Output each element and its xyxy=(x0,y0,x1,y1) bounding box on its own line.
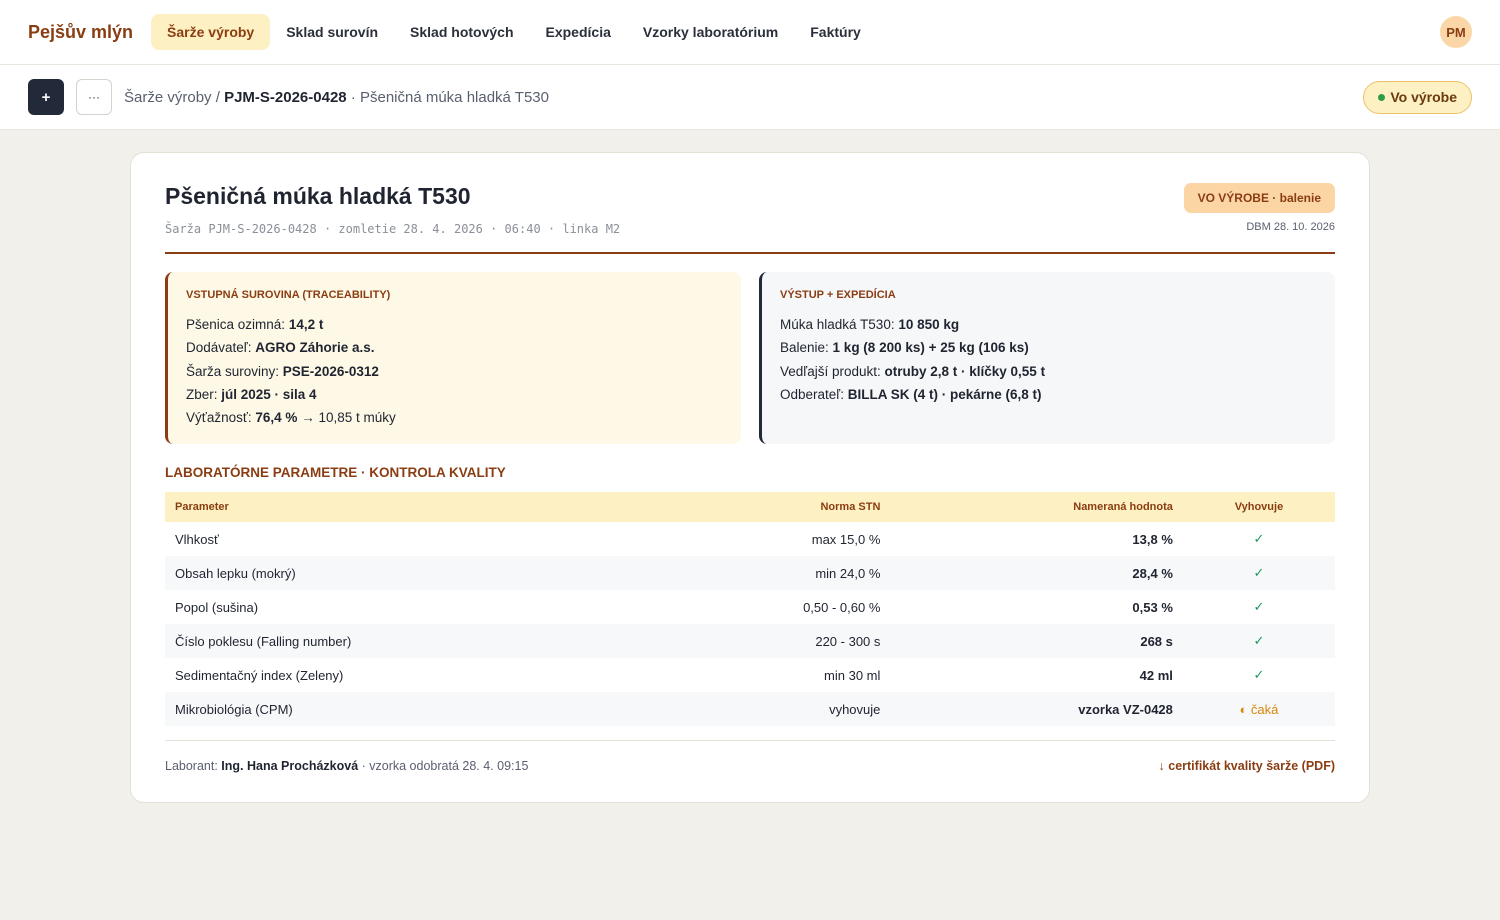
output-row: Múka hladká T530: 10 850 kg xyxy=(780,317,960,332)
table-row: Mikrobiológia (CPM) vyhovuje vzorka VZ-0… xyxy=(165,692,1335,726)
nav-link-faktury[interactable]: Faktúry xyxy=(794,14,877,50)
batch-header: Pšeničná múka hladká T530 Šarža PJM-S-20… xyxy=(165,183,1335,254)
breadcrumb: Šarže výroby / PJM-S-2026-0428 · Pšeničn… xyxy=(124,89,549,106)
input-row: Dodávateľ: AGRO Záhorie a.s. xyxy=(186,340,375,356)
status-badge[interactable]: Vo výrobe xyxy=(1363,80,1472,114)
table-row: Číslo poklesu (Falling number) 220 - 300… xyxy=(165,624,1335,658)
breadcrumb-product: · Pšeničná múka hladká T530 xyxy=(346,88,549,106)
batch-card: Pšeničná múka hladká T530 Šarža PJM-S-20… xyxy=(130,152,1370,803)
table-row: Obsah lepku (mokrý) min 24,0 % 28,4 % ✓ xyxy=(165,556,1335,590)
output-row: Balenie: 1 kg (8 200 ks) + 25 kg (106 ks… xyxy=(780,340,1029,356)
output-expedition-box: VÝSTUP + EXPEDÍCIA Múka hladká T530: 10 … xyxy=(759,272,1335,444)
column-header-norm: Norma STN xyxy=(714,492,891,522)
input-row: Pšenica ozimná: 14,2 t xyxy=(186,317,324,332)
input-material-box: VSTUPNÁ SUROVINA (TRACEABILITY) Pšenica … xyxy=(165,272,741,444)
avatar[interactable]: PM xyxy=(1440,16,1472,48)
sub-toolbar: + ··· Šarže výroby / PJM-S-2026-0428 · P… xyxy=(0,65,1500,130)
info-boxes: VSTUPNÁ SUROVINA (TRACEABILITY) Pšenica … xyxy=(165,272,1335,444)
card-footer: Laborant: Ing. Hana Procházková · vzorka… xyxy=(165,740,1335,773)
add-button[interactable]: + xyxy=(28,79,64,115)
output-row: Odberateľ: BILLA SK (4 t) · pekárne (6,8… xyxy=(780,386,1042,402)
breadcrumb-batch-id: PJM-S-2026-0428 xyxy=(224,88,347,106)
output-row: Vedľajší produkt: otruby 2,8 t · klíčky … xyxy=(780,363,1046,379)
breadcrumb-root[interactable]: Šarže výroby xyxy=(124,89,212,106)
brand-logo[interactable]: Pejšův mlýn xyxy=(28,22,133,43)
table-row: Sedimentačný index (Zeleny) min 30 ml 42… xyxy=(165,658,1335,692)
check-icon: ✓ xyxy=(1182,556,1335,590)
column-header-value: Nameraná hodnota xyxy=(890,492,1183,522)
best-before-date: DBM 28. 10. 2026 xyxy=(1246,221,1335,233)
page-title: Pšeničná múka hladká T530 xyxy=(165,183,471,209)
check-icon: ✓ xyxy=(1253,531,1265,546)
nav-links: Šarže výroby Sklad surovín Sklad hotovýc… xyxy=(151,14,877,50)
breadcrumb-separator: / xyxy=(211,88,225,106)
check-icon: ✓ xyxy=(1253,599,1265,614)
nav-link-sklad-hotovych[interactable]: Sklad hotových xyxy=(394,14,529,50)
production-stage-badge: VO VÝROBE · balenie xyxy=(1183,183,1335,213)
pending-icon: ◐ čaká xyxy=(1182,692,1335,726)
input-row: Zber: júl 2025 · sila 4 xyxy=(186,386,317,402)
status-dot-icon xyxy=(1378,93,1386,101)
lab-parameters-table: Parameter Norma STN Nameraná hodnota Vyh… xyxy=(165,492,1335,726)
check-icon: ✓ xyxy=(1253,667,1265,682)
status-label: Vo výrobe xyxy=(1390,89,1457,105)
table-row: Popol (sušina) 0,50 - 0,60 % 0,53 % ✓ xyxy=(165,590,1335,624)
table-header-row: Parameter Norma STN Nameraná hodnota Vyh… xyxy=(165,492,1335,522)
output-box-title: VÝSTUP + EXPEDÍCIA xyxy=(780,289,896,301)
input-row: Šarža suroviny: PSE-2026-0312 xyxy=(186,363,379,379)
batch-subtitle: Šarža PJM-S-2026-0428 · zomletie 28. 4. … xyxy=(165,222,621,236)
check-icon: ✓ xyxy=(1182,624,1335,658)
download-certificate-link[interactable]: ↓ certifikát kvality šarže (PDF) xyxy=(1159,759,1335,773)
table-row: Vlhkosť max 15,0 % 13,8 % ✓ xyxy=(165,522,1335,556)
nav-link-vzorky[interactable]: Vzorky laboratórium xyxy=(627,14,794,50)
lab-technician-info: Laborant: Ing. Hana Procházková · vzorka… xyxy=(165,759,529,773)
column-header-ok: Vyhovuje xyxy=(1182,492,1335,522)
nav-link-sklad-surovin[interactable]: Sklad surovín xyxy=(270,14,394,50)
input-row: Výťažnosť: 76,4 % → 10,85 t múky xyxy=(186,410,396,426)
lab-section-title: LABORATÓRNE PARAMETRE · KONTROLA KVALITY xyxy=(165,465,506,480)
nav-link-expedicia[interactable]: Expedícia xyxy=(530,14,627,50)
column-header-parameter: Parameter xyxy=(165,492,715,522)
top-navigation: Pejšův mlýn Šarže výroby Sklad surovín S… xyxy=(0,0,1500,65)
input-box-title: VSTUPNÁ SUROVINA (TRACEABILITY) xyxy=(186,289,391,301)
more-button[interactable]: ··· xyxy=(76,79,112,115)
nav-link-sarze[interactable]: Šarže výroby xyxy=(151,14,271,50)
